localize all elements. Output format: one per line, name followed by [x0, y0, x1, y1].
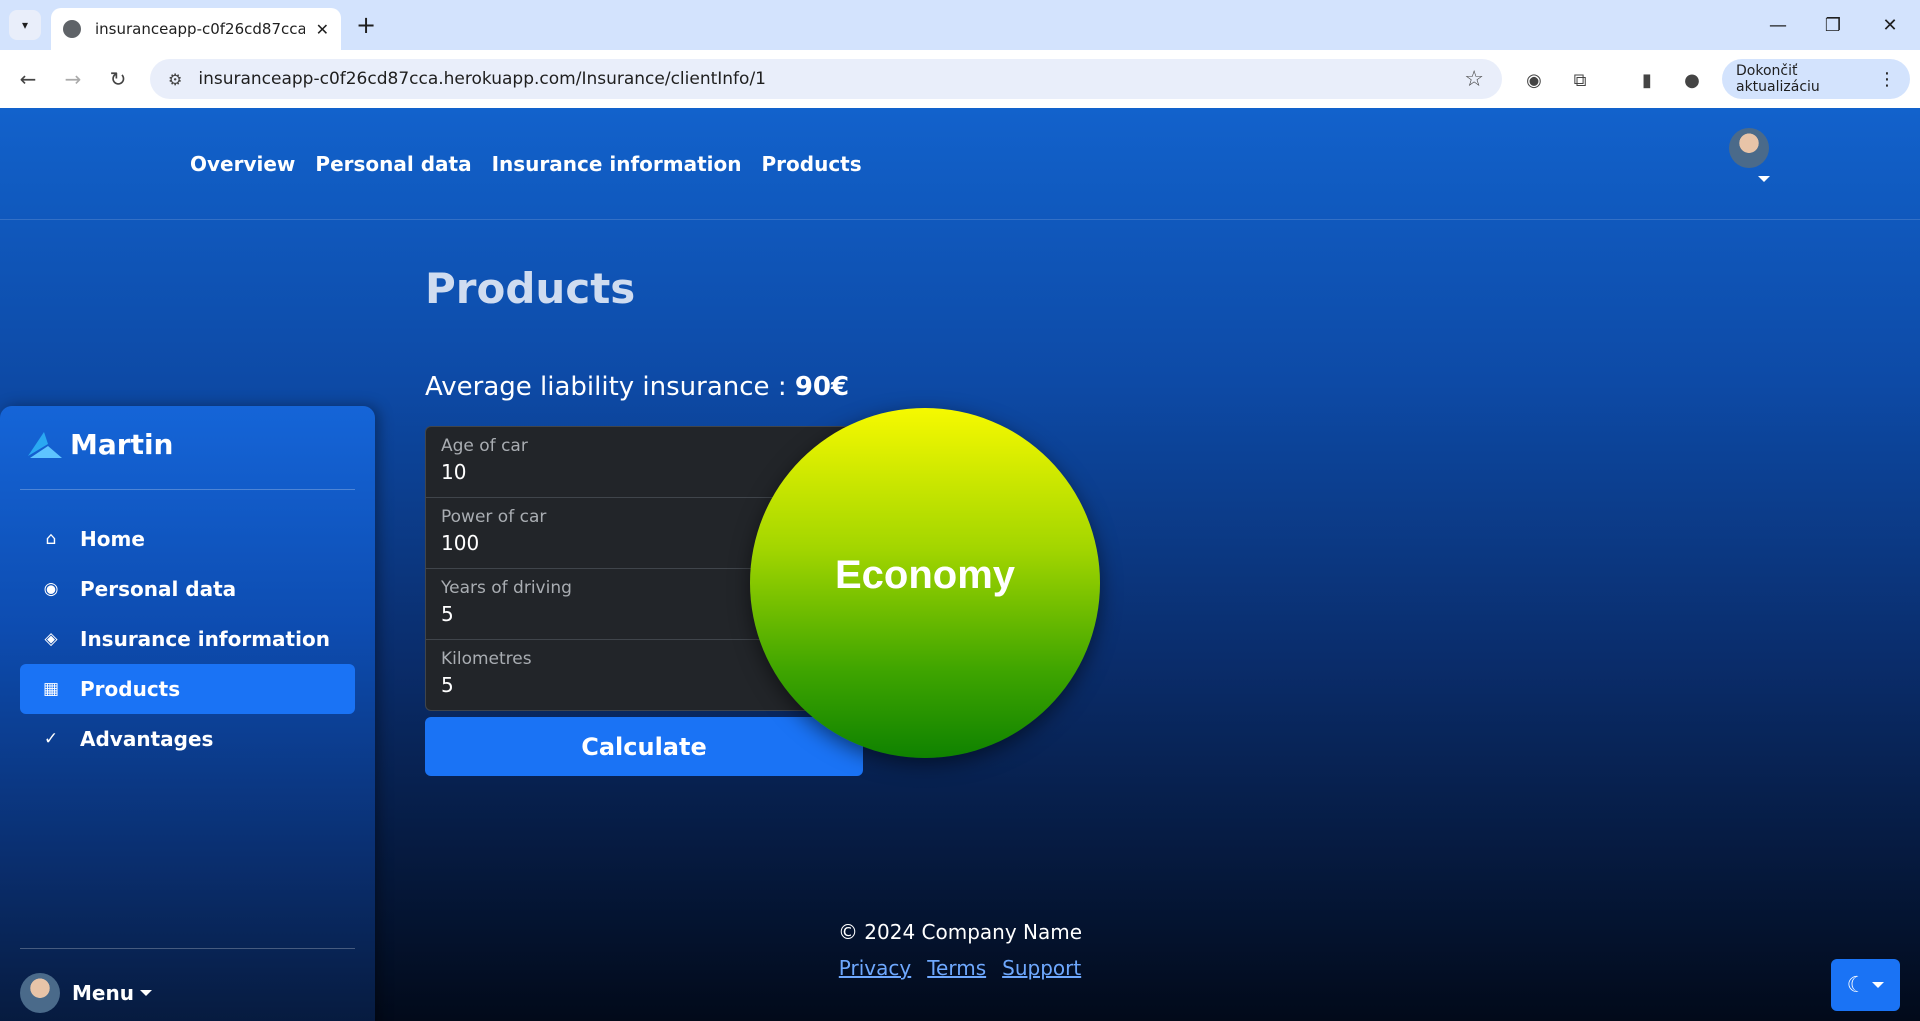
update-label: Dokončiť aktualizáciu — [1736, 63, 1820, 95]
field-label: Age of car — [441, 436, 528, 456]
plus-icon: + — [355, 11, 377, 39]
footer-link-terms[interactable]: Terms — [927, 956, 986, 980]
footer-copyright: © 2024 Company Name — [837, 920, 1083, 944]
chevron-down-icon: ▾ — [21, 18, 29, 32]
reload-icon: ↻ — [109, 67, 127, 91]
sidebar-item-label: Home — [80, 527, 145, 551]
footer-links: Privacy Terms Support — [0, 956, 1920, 980]
sidebar-item-home[interactable]: ⌂ Home — [20, 514, 355, 564]
close-icon[interactable]: ✕ — [316, 20, 329, 39]
forward-button[interactable]: → — [58, 64, 88, 94]
sidebar-menu: ⌂ Home ◉ Personal data ◈ Insurance infor… — [20, 514, 355, 764]
globe-icon — [63, 20, 81, 38]
more-vert-icon[interactable]: ⋮ — [1878, 69, 1896, 90]
nav-link-products[interactable]: Products — [762, 152, 862, 176]
calculate-button[interactable]: Calculate — [425, 717, 863, 776]
nav-link-overview[interactable]: Overview — [190, 152, 295, 176]
caret-down-icon — [139, 990, 152, 996]
sidebar-item-products[interactable]: ▦ Products — [20, 664, 355, 714]
tab-search-button[interactable]: ▾ — [9, 10, 41, 40]
minimize-button[interactable]: — — [1758, 8, 1798, 42]
reload-button[interactable]: ↻ — [103, 64, 133, 94]
update-button[interactable]: Dokončiť aktualizáciu ⋮ — [1722, 59, 1910, 99]
caret-down-icon — [1872, 982, 1885, 988]
nav-link-personal-data[interactable]: Personal data — [315, 152, 471, 176]
logo-icon — [28, 431, 62, 458]
arrow-left-icon: ← — [19, 67, 37, 91]
profile-icon[interactable]: ● — [1678, 66, 1706, 94]
sidebar-item-label: Advantages — [80, 727, 214, 751]
new-tab-button[interactable]: + — [352, 10, 380, 40]
back-button[interactable]: ← — [13, 64, 43, 94]
moon-icon: ☾ — [1846, 972, 1867, 998]
tab-title: insuranceapp-c0f26cd87cca.herokuapp.com — [95, 20, 305, 38]
average-label: Average liability insurance : — [425, 372, 787, 402]
menu-label: Menu — [72, 981, 134, 1005]
sidebar-item-label: Products — [80, 677, 181, 701]
top-nav-links: Overview Personal data Insurance informa… — [190, 152, 862, 176]
side-panel-icon[interactable]: ▮ — [1633, 66, 1661, 94]
site-settings-icon[interactable]: ⚙ — [168, 70, 182, 89]
sidebar-item-label: Insurance information — [80, 627, 330, 651]
browser-tab-strip: ▾ insuranceapp-c0f26cd87cca.herokuapp.co… — [0, 0, 1920, 50]
close-window-button[interactable]: ✕ — [1870, 8, 1910, 42]
average-value: 90€ — [794, 372, 850, 402]
sidebar-item-personal-data[interactable]: ◉ Personal data — [20, 564, 355, 614]
sidebar-divider — [20, 489, 355, 490]
page-title: Products — [425, 264, 636, 313]
page: Overview Personal data Insurance informa… — [0, 108, 1920, 1021]
footer-link-support[interactable]: Support — [1002, 956, 1081, 980]
result-text: Economy — [834, 552, 1016, 597]
footer-link-privacy[interactable]: Privacy — [839, 956, 911, 980]
close-icon: ✕ — [1882, 14, 1898, 36]
browser-toolbar: ← → ↻ ⚙ insuranceapp-c0f26cd87cca.heroku… — [0, 50, 1920, 108]
browser-tab[interactable]: insuranceapp-c0f26cd87cca.herokuapp.com … — [51, 8, 341, 50]
url-text: insuranceapp-c0f26cd87cca.herokuapp.com/… — [198, 69, 766, 89]
puzzle-icon[interactable]: ⧉ — [1566, 66, 1594, 94]
user-circle-icon: ◉ — [43, 579, 59, 599]
brand-name: Martin — [70, 428, 174, 461]
theme-toggle-button[interactable]: ☾ — [1831, 959, 1900, 1011]
top-navbar: Overview Personal data Insurance informa… — [0, 108, 1920, 220]
brand[interactable]: Martin — [26, 428, 173, 461]
arrow-right-icon: → — [64, 67, 82, 91]
address-bar[interactable]: ⚙ insuranceapp-c0f26cd87cca.herokuapp.co… — [150, 59, 1502, 99]
restore-button[interactable]: ❐ — [1813, 8, 1853, 42]
shield-half-icon: ◈ — [44, 629, 58, 649]
bookmark-star-icon[interactable]: ☆ — [1464, 67, 1484, 92]
sidebar-divider — [20, 948, 355, 949]
grid-icon: ▦ — [42, 679, 60, 699]
sidebar-item-advantages[interactable]: ✓ Advantages — [20, 714, 355, 764]
sidebar-item-label: Personal data — [80, 577, 237, 601]
extension-icon[interactable]: ◉ — [1520, 66, 1548, 94]
user-avatar[interactable] — [1729, 128, 1769, 168]
sidebar-item-insurance-information[interactable]: ◈ Insurance information — [20, 614, 355, 664]
shield-check-icon: ✓ — [43, 729, 59, 749]
result-badge: Economy — [750, 408, 1100, 758]
average-liability-line: Average liability insurance : 90€ — [425, 372, 849, 402]
home-icon: ⌂ — [45, 529, 57, 549]
caret-down-icon[interactable] — [1758, 176, 1770, 182]
nav-link-insurance-information[interactable]: Insurance information — [492, 152, 742, 176]
restore-icon: ❐ — [1824, 14, 1842, 36]
minimize-icon: — — [1769, 14, 1787, 36]
